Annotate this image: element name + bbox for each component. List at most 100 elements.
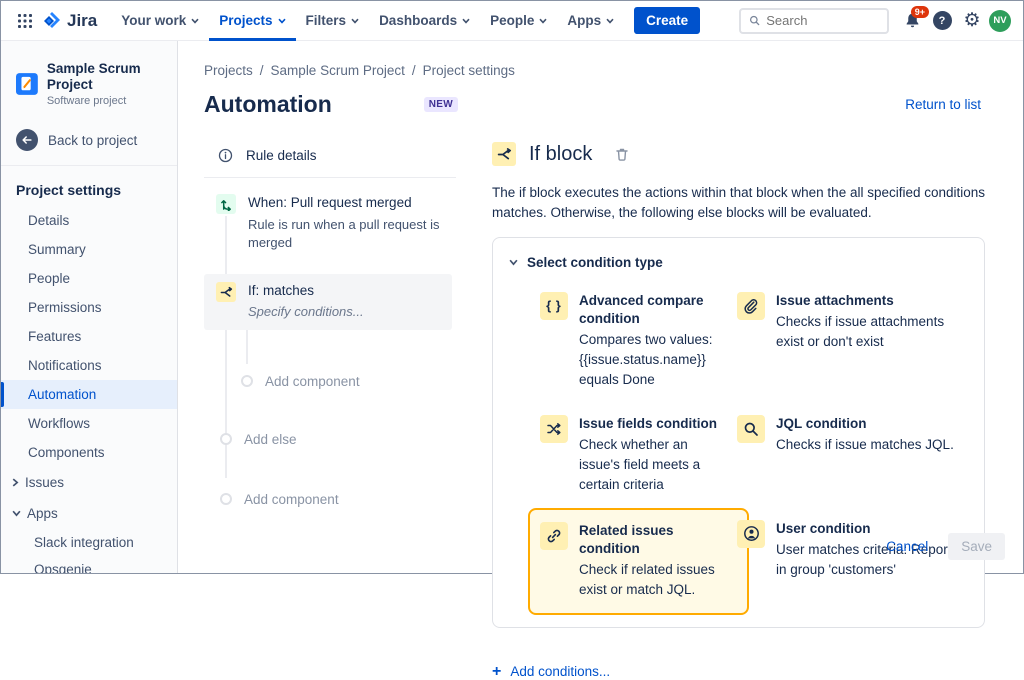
back-to-project[interactable]: Back to project xyxy=(1,129,177,151)
sidebar-item-automation[interactable]: Automation xyxy=(1,380,177,409)
gear-glyph: ⚙ xyxy=(963,11,980,30)
sidebar-item-opsgenie[interactable]: Opsgenie xyxy=(1,556,177,573)
add-component[interactable]: Add component xyxy=(204,492,456,507)
breadcrumb-project[interactable]: Sample Scrum Project xyxy=(271,63,405,78)
add-node-circle-icon xyxy=(220,493,232,505)
breadcrumb: Projects/Sample Scrum Project/Project se… xyxy=(204,63,999,78)
group-label: Apps xyxy=(27,506,58,521)
nav-dashboards[interactable]: Dashboards xyxy=(369,1,480,41)
nav-filters[interactable]: Filters xyxy=(296,1,370,41)
breadcrumb-settings[interactable]: Project settings xyxy=(423,63,515,78)
chevron-down-icon xyxy=(539,18,547,24)
condition-title: Advanced compare condition xyxy=(579,292,729,328)
sidebar-item-slack-integration[interactable]: Slack integration xyxy=(1,529,177,556)
cancel-button[interactable]: Cancel xyxy=(886,539,928,554)
nav-label: Projects xyxy=(219,13,272,28)
nav-label: Apps xyxy=(567,13,601,28)
project-title-block: Sample Scrum Project Software project xyxy=(47,61,167,107)
add-conditions-link[interactable]: + Add conditions... xyxy=(492,664,1002,680)
condition-issue-fields[interactable]: Issue fields condition Check whether an … xyxy=(540,415,737,496)
nav-label: Your work xyxy=(121,13,186,28)
detail-header: If block xyxy=(492,142,1002,166)
automation-editor: Rule details When: Pull request merged R… xyxy=(204,142,999,680)
condition-related-issues[interactable]: Related issues condition Check if relate… xyxy=(528,508,749,615)
sidebar-item-details[interactable]: Details xyxy=(1,206,177,235)
detail-description: The if block executes the actions within… xyxy=(492,183,1002,224)
add-else[interactable]: Add else xyxy=(204,432,456,447)
sidebar-group-apps[interactable]: Apps xyxy=(1,498,177,529)
user-icon xyxy=(737,520,765,548)
add-else-label: Add else xyxy=(244,432,297,447)
condition-text: Related issues condition Check if relate… xyxy=(579,522,729,601)
app-switcher-icon[interactable] xyxy=(11,7,39,35)
rule-tree: When: Pull request merged Rule is run wh… xyxy=(204,194,456,507)
branch-condition-icon xyxy=(492,142,516,166)
sidebar-group-issues[interactable]: Issues xyxy=(1,467,177,498)
project-name: Sample Scrum Project xyxy=(47,61,167,93)
add-component-label: Add component xyxy=(244,492,339,507)
condition-type-panel: Select condition type { } Advanced compa… xyxy=(492,237,985,628)
condition-desc: Check whether an issue's field meets a c… xyxy=(579,435,729,496)
jira-logo-text: Jira xyxy=(67,11,97,31)
plus-icon: + xyxy=(492,664,501,680)
sidebar-item-workflows[interactable]: Workflows xyxy=(1,409,177,438)
condition-issue-attachments[interactable]: Issue attachments Checks if issue attach… xyxy=(737,292,968,353)
settings-gear-icon[interactable]: ⚙ xyxy=(957,6,987,36)
add-component-child[interactable]: Add component xyxy=(204,374,456,389)
sidebar-item-people[interactable]: People xyxy=(1,264,177,293)
help-icon[interactable]: ? xyxy=(927,6,957,36)
divider xyxy=(204,177,456,178)
sidebar-item-features[interactable]: Features xyxy=(1,322,177,351)
condition-text: Issue attachments Checks if issue attach… xyxy=(776,292,968,353)
save-button[interactable]: Save xyxy=(948,533,1005,560)
help-question-glyph: ? xyxy=(933,11,952,30)
page-header: Automation NEW Return to list xyxy=(204,91,999,118)
nav-apps[interactable]: Apps xyxy=(557,1,624,41)
nav-label: People xyxy=(490,13,534,28)
rule-details-label: Rule details xyxy=(246,148,317,163)
nav-people[interactable]: People xyxy=(480,1,557,41)
group-label: Issues xyxy=(25,475,64,490)
braces-icon: { } xyxy=(540,292,568,320)
create-button[interactable]: Create xyxy=(634,7,700,34)
condition-jql[interactable]: JQL condition Checks if issue matches JQ… xyxy=(737,415,968,455)
chevron-right-icon xyxy=(12,478,19,487)
user-avatar[interactable]: NV xyxy=(989,10,1011,32)
breadcrumb-projects[interactable]: Projects xyxy=(204,63,253,78)
sidebar-item-components[interactable]: Components xyxy=(1,438,177,467)
condition-title: If: matches xyxy=(248,282,448,300)
sidebar-item-notifications[interactable]: Notifications xyxy=(1,351,177,380)
project-settings-sidebar: Sample Scrum Project Software project Ba… xyxy=(1,41,178,573)
select-condition-type-toggle[interactable]: Select condition type xyxy=(509,255,968,270)
link-icon xyxy=(540,522,568,550)
condition-advanced-compare[interactable]: { } Advanced compare condition Compares … xyxy=(540,292,737,391)
add-conditions-label: Add conditions... xyxy=(510,664,610,679)
condition-title: JQL condition xyxy=(776,415,968,433)
condition-title: Related issues condition xyxy=(579,522,729,558)
condition-title: Issue fields condition xyxy=(579,415,729,433)
trigger-title: When: Pull request merged xyxy=(248,194,448,212)
condition-node-if[interactable]: If: matches Specify conditions... xyxy=(204,274,452,329)
page-title: Automation xyxy=(204,91,332,118)
nav-your-work[interactable]: Your work xyxy=(111,1,209,41)
trigger-node-when[interactable]: When: Pull request merged Rule is run wh… xyxy=(204,194,456,253)
rule-details-item[interactable]: Rule details xyxy=(204,142,456,177)
condition-desc: Checks if issue attachments exist or don… xyxy=(776,312,968,353)
top-navigation: Jira Your work Projects Filters Dashboar… xyxy=(1,1,1023,41)
condition-text: Issue fields condition Check whether an … xyxy=(579,415,729,496)
delete-block-trash-icon[interactable] xyxy=(613,145,631,164)
global-search[interactable] xyxy=(739,8,889,34)
project-header: Sample Scrum Project Software project xyxy=(1,61,177,107)
notifications-bell-icon[interactable]: 9+ xyxy=(897,6,927,36)
sidebar-item-summary[interactable]: Summary xyxy=(1,235,177,264)
detail-title: If block xyxy=(529,143,592,166)
chevron-down-icon xyxy=(606,18,614,24)
nav-label: Dashboards xyxy=(379,13,457,28)
trigger-desc: Rule is run when a pull request is merge… xyxy=(248,216,448,254)
nav-projects[interactable]: Projects xyxy=(209,1,295,41)
settings-heading: Project settings xyxy=(1,172,177,206)
sidebar-item-permissions[interactable]: Permissions xyxy=(1,293,177,322)
jira-logo[interactable]: Jira xyxy=(41,10,97,32)
search-input[interactable] xyxy=(766,13,879,28)
return-to-list-link[interactable]: Return to list xyxy=(905,97,981,112)
